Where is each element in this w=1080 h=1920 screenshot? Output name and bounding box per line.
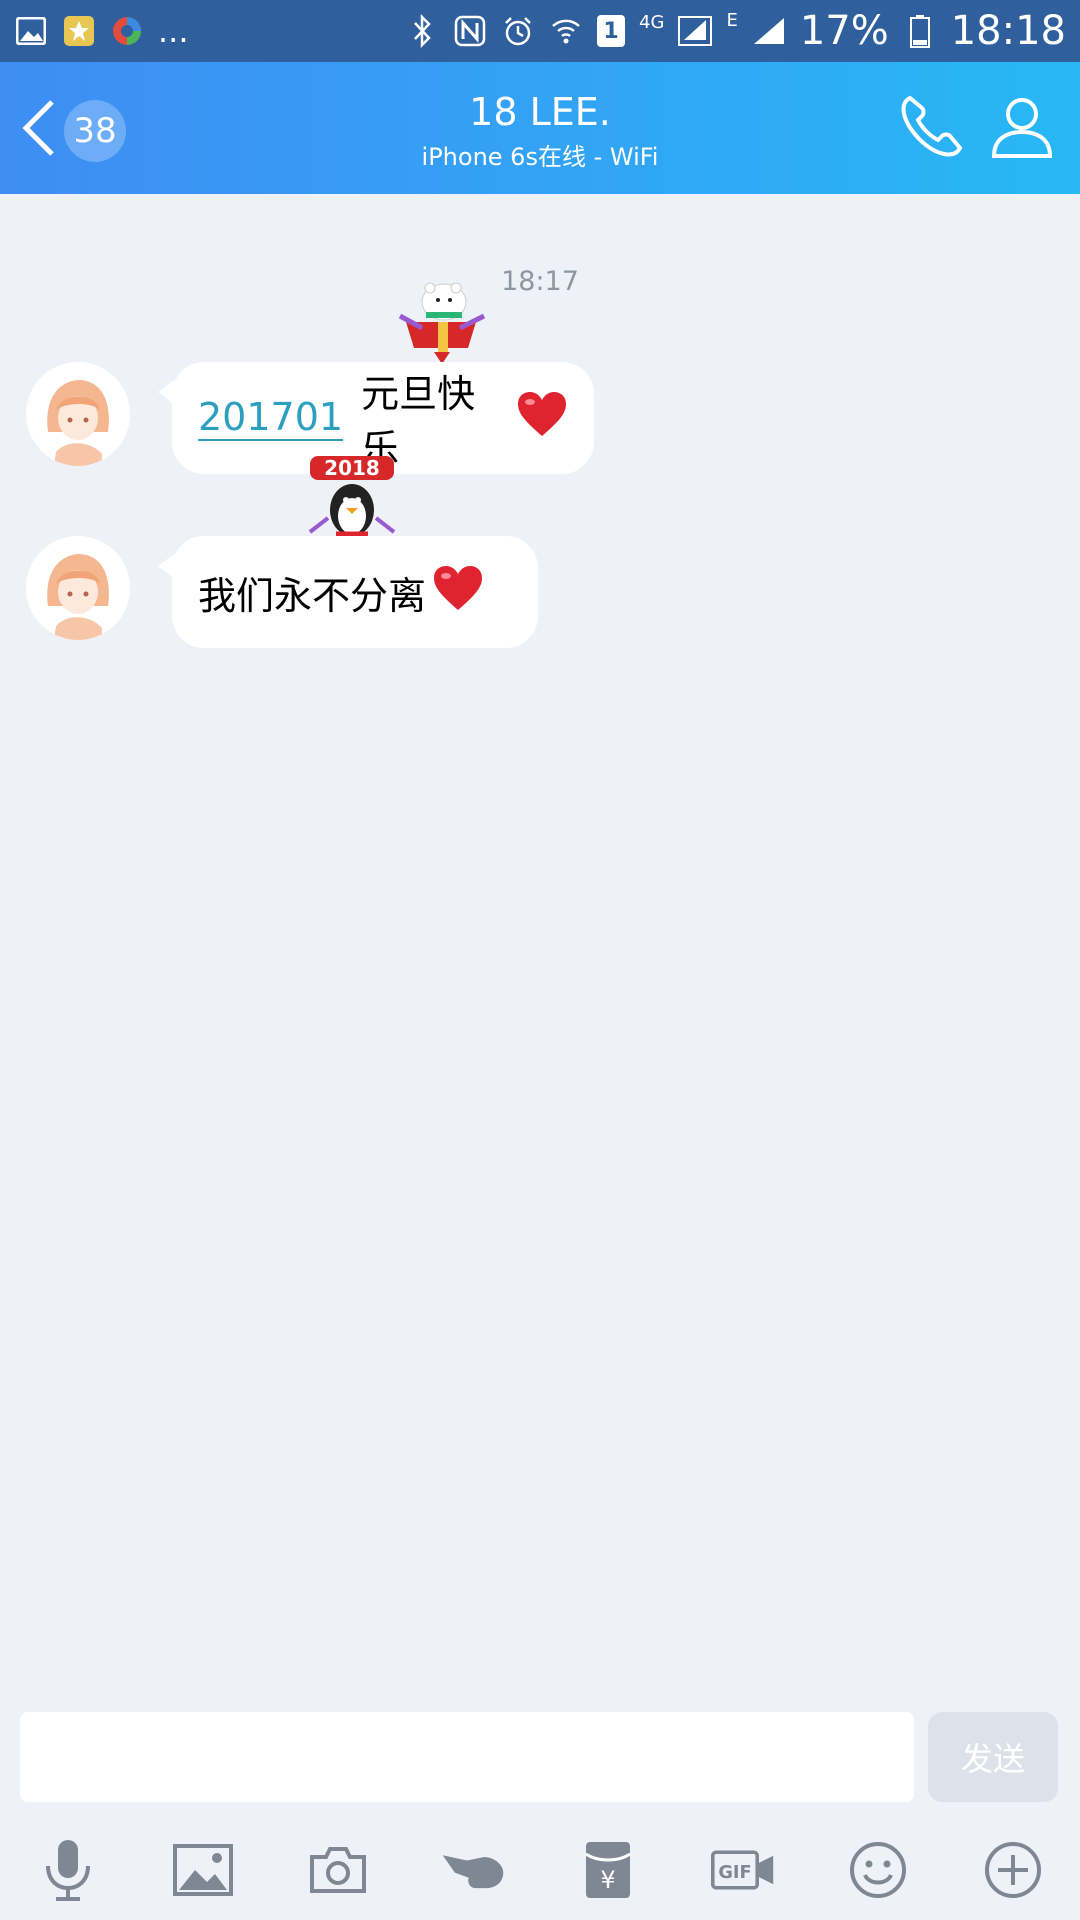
signal-4g-icon [678,14,713,48]
nfc-icon [453,14,487,48]
message-text: 我们永不分离 [198,573,427,618]
signal-e-icon [752,14,786,48]
gallery-notification-icon [14,14,48,48]
message-input[interactable] [20,1712,914,1802]
camera-icon[interactable] [306,1838,370,1902]
red-packet-icon[interactable]: ¥ [576,1838,640,1902]
plus-icon[interactable] [981,1838,1045,1902]
svg-text:¥: ¥ [600,1866,615,1894]
star-notification-icon [62,14,96,48]
chat-header: 38 18 LEE. iPhone 6s在线 - WiFi [0,62,1080,194]
message-timestamp: 18:17 [501,266,579,297]
sim-icon: 1 [597,15,626,47]
heart-emoji-icon [516,390,568,447]
status-bar: ... 1 4G E 17% 18:18 [0,0,1080,62]
send-button[interactable]: 发送 [928,1712,1058,1802]
clock: 18:18 [950,8,1066,54]
bluetooth-icon [405,14,439,48]
wifi-icon [549,14,583,48]
alarm-icon [501,14,535,48]
sim-slot-label: 1 [603,18,619,44]
phone-call-icon[interactable] [896,90,968,162]
input-toolbar: ¥ GIF [0,1820,1080,1920]
gift-polar-bear-sticker [398,278,486,372]
penguin-2018-sticker: 2018 [306,452,398,548]
browser-notification-icon [110,14,144,48]
avatar[interactable] [26,362,130,466]
gif-icon[interactable]: GIF [710,1838,775,1902]
network-4g-label: 4G [639,12,665,33]
battery-icon [903,14,937,48]
svg-text:GIF: GIF [718,1863,751,1883]
more-notifications: ... [158,12,189,50]
emoji-icon[interactable] [846,1838,910,1902]
network-e-label: E [726,10,738,31]
contact-profile-icon[interactable] [986,90,1058,162]
avatar[interactable] [26,536,130,640]
battery-percent: 17% [799,8,889,54]
poke-icon[interactable] [441,1838,505,1902]
heart-emoji-icon [432,564,484,621]
message-bubble[interactable]: 我们永不分离 [158,536,538,648]
message-link[interactable]: 201701 [198,395,344,441]
image-icon[interactable] [171,1838,235,1902]
microphone-icon[interactable] [36,1838,100,1902]
svg-text:2018: 2018 [324,456,380,480]
